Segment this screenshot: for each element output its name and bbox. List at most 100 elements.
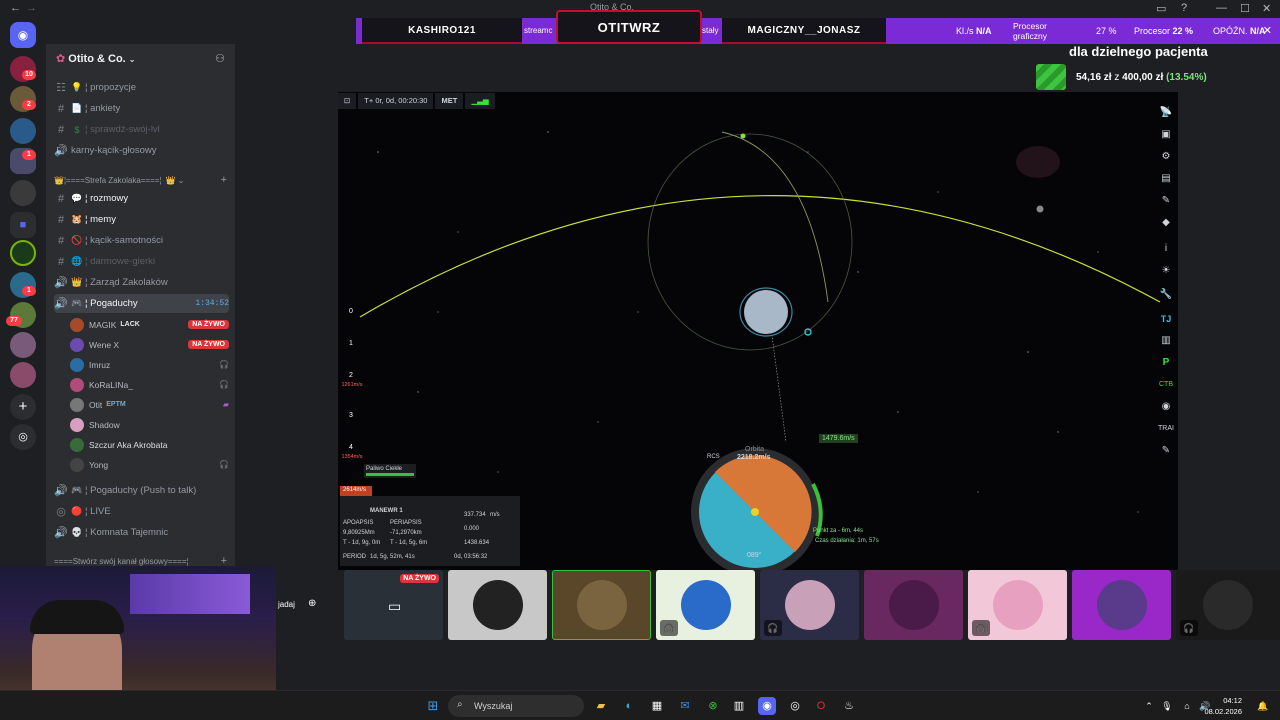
tool-icon[interactable]: CTB xyxy=(1156,376,1176,394)
server-header[interactable]: ✿ Otito & Co. ⌄ ⚇ xyxy=(46,44,235,72)
add-channel-icon[interactable]: + xyxy=(221,174,227,186)
burn-dv: 1479.6m/s xyxy=(819,434,858,443)
app-icon[interactable]: ▥ xyxy=(730,697,748,715)
discover-icon[interactable]: ◎ xyxy=(10,424,36,450)
opera-icon[interactable]: O xyxy=(812,697,830,715)
menu-icon[interactable]: ⊡ xyxy=(338,93,357,109)
tool-icon[interactable]: ▥ xyxy=(1156,332,1176,350)
game-stream-view[interactable]: ⊡ T+ 0r, 0d, 00:20:30 MET ▁▃▅ 📡 ▣ ⚙ ▤ ✎ … xyxy=(338,92,1178,570)
rcs-label[interactable]: RCS xyxy=(707,454,720,460)
discord-taskbar-icon[interactable]: ◉ xyxy=(758,697,776,715)
user-tile[interactable] xyxy=(448,570,547,640)
user-tile[interactable]: 🎧 xyxy=(1176,570,1280,640)
tool-icon[interactable]: ▣ xyxy=(1156,126,1176,144)
mic-icon[interactable]: 🎙 xyxy=(1158,697,1176,715)
tool-icon[interactable]: P xyxy=(1156,354,1176,372)
stream-tile[interactable]: jadaj ⊕ xyxy=(276,570,340,640)
discord-home-icon[interactable]: ◉ xyxy=(10,22,36,48)
close-icon[interactable]: ✕ xyxy=(1263,24,1272,37)
antenna-icon[interactable]: 📡 xyxy=(1156,104,1176,122)
add-server-icon[interactable]: + xyxy=(10,394,36,420)
xbox-icon[interactable]: ⊗ xyxy=(704,697,722,715)
voice-user[interactable]: Yong 🎧 xyxy=(70,455,229,474)
stat-fps: Kl./s N/A xyxy=(956,26,992,36)
help-icon[interactable]: ? xyxy=(1181,2,1187,14)
taskbar-clock[interactable]: 04:12 08.02.2026 xyxy=(1204,695,1242,717)
inbox-icon[interactable]: ▭ xyxy=(1156,2,1166,15)
channel-memy[interactable]: # 🐹 ¦ memy xyxy=(54,210,229,229)
tool-icon[interactable]: ▤ xyxy=(1156,170,1176,188)
notifications-icon[interactable]: 🔔 xyxy=(1254,697,1272,715)
server-icon[interactable] xyxy=(10,240,36,266)
server-icon[interactable] xyxy=(10,118,36,144)
taskbar-search[interactable]: ⌕ Wyszukaj xyxy=(448,695,584,717)
channel-komnata-tajemnic[interactable]: 🔊 💀 ¦ Komnata Tajemnic xyxy=(54,523,229,542)
store-icon[interactable]: ▦ xyxy=(648,697,666,715)
user-tile[interactable]: 🎧 xyxy=(656,570,755,640)
crown-icon: 👑 xyxy=(71,277,83,287)
server-icon[interactable] xyxy=(10,180,36,206)
folder-icon[interactable]: ■ xyxy=(10,212,36,238)
live-badge: NA ŻYWO xyxy=(400,574,439,583)
stream-tile[interactable]: NA ŻYWO ▭ xyxy=(344,570,443,640)
channel-pogaduchy-ptt[interactable]: 🔊 🎮 ¦ Pogaduchy (Push to talk) xyxy=(54,481,229,500)
channel-sprawdz-swoj-lvl[interactable]: # $ ¦ sprawdź-swój-lvl xyxy=(54,120,229,139)
mention-badge: 77 xyxy=(6,316,22,326)
category-strefa-zakolaka[interactable]: 👑 ¦====Strefa Zakolaka====¦ 👑 ⌄ + xyxy=(54,172,227,188)
channel-live[interactable]: ◎ 🔴 ¦ LIVE xyxy=(54,502,229,521)
minimize-icon[interactable]: — xyxy=(1216,2,1227,14)
voice-user[interactable]: Otit EPTM ▰ xyxy=(70,395,229,414)
channel-rozmowy[interactable]: # 💬 ¦ rozmowy xyxy=(54,189,229,208)
app-icon[interactable]: ◎ xyxy=(786,697,804,715)
info-icon[interactable]: i xyxy=(1156,240,1176,258)
deafened-icon: 🎧 xyxy=(972,620,990,636)
voice-user[interactable]: Wene X NA ŻYWO xyxy=(70,335,229,354)
voice-user[interactable]: Imruz 🎧 xyxy=(70,355,229,374)
forward-arrow-icon[interactable]: → xyxy=(26,2,37,14)
tool-icon[interactable]: ◉ xyxy=(1156,398,1176,416)
server-icon[interactable] xyxy=(10,362,36,388)
tool-icon[interactable]: ◆ xyxy=(1156,214,1176,232)
tool-icon[interactable]: ☀ xyxy=(1156,262,1176,280)
voice-user[interactable]: KoRaLINa_ 🎧 xyxy=(70,375,229,394)
speaker-icon: 🔊 xyxy=(54,145,68,157)
maximize-icon[interactable]: ☐ xyxy=(1240,2,1250,15)
user-tile[interactable] xyxy=(552,570,651,640)
tool-icon[interactable]: ✎ xyxy=(1156,192,1176,210)
windows-start-icon[interactable]: ⊞ xyxy=(424,697,442,715)
navball-mode: Orbita xyxy=(745,446,765,453)
user-tile[interactable]: 🎧 xyxy=(968,570,1067,640)
close-window-icon[interactable]: ✕ xyxy=(1262,2,1271,15)
server-icon[interactable] xyxy=(10,332,36,358)
voice-user[interactable]: MAGIK LACK NA ŻYWO xyxy=(70,315,229,334)
zoom-icon[interactable]: ⊕ xyxy=(308,598,316,609)
outlook-icon[interactable]: ✉ xyxy=(676,697,694,715)
user-tile[interactable]: 🎧 xyxy=(760,570,859,640)
channel-ankiety[interactable]: # 📄 ¦ ankiety xyxy=(54,99,229,118)
voice-user[interactable]: Shadow xyxy=(70,415,229,434)
wrench-icon[interactable]: 🔧 xyxy=(1156,286,1176,304)
network-icon[interactable]: ⌂ xyxy=(1178,697,1196,715)
channel-zarzad-zakolakow[interactable]: 🔊 👑 ¦ Zarząd Zakolaków xyxy=(54,273,229,292)
user-tile[interactable] xyxy=(864,570,963,640)
live-badge: NA ŻYWO xyxy=(188,340,229,349)
channel-propozycje[interactable]: ☷ 💡 ¦ propozycje xyxy=(54,78,229,97)
channel-karny-kacik[interactable]: 🔊 karny-kącik-głosowy xyxy=(54,141,229,160)
channel-darmowe-gierki[interactable]: # 🌐 ¦ darmowe-gierki xyxy=(54,252,229,271)
user-tile[interactable] xyxy=(1072,570,1171,640)
navball[interactable]: Orbita 2218.2m/s RCS 089° 1479.6m/s Punk… xyxy=(683,434,879,570)
tray-chevron-icon[interactable]: ⌃ xyxy=(1140,697,1158,715)
voice-user[interactable]: Szczur Aka Akrobata xyxy=(70,435,229,454)
tool-icon[interactable]: ⚙ xyxy=(1156,148,1176,166)
deafened-icon: 🎧 xyxy=(764,620,782,636)
back-arrow-icon[interactable]: ← xyxy=(10,2,21,14)
channel-pogaduchy[interactable]: 🔊 🎮 ¦ Pogaduchy 1:34:52 xyxy=(54,294,229,313)
tool-icon[interactable]: TRAI xyxy=(1156,420,1176,438)
add-user-icon[interactable]: ⚇ xyxy=(215,52,225,65)
steam-icon[interactable]: ♨ xyxy=(840,697,858,715)
tool-icon[interactable]: TJ xyxy=(1156,310,1176,328)
tool-icon[interactable]: ✎ xyxy=(1156,442,1176,460)
edge-icon[interactable]: ◐ xyxy=(620,697,638,715)
file-explorer-icon[interactable]: ▰ xyxy=(592,697,610,715)
channel-kacik-samotnosci[interactable]: # 🚫 ¦ kącik-samotności xyxy=(54,231,229,250)
